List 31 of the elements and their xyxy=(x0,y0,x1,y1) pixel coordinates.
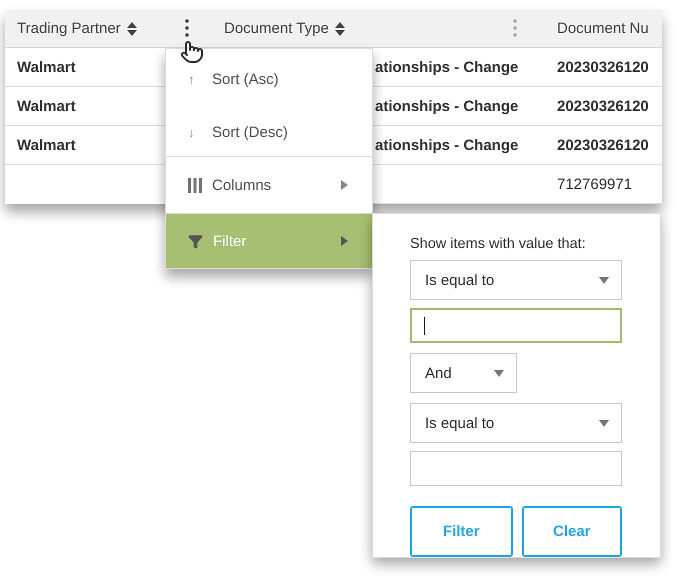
logic-dropdown[interactable]: And xyxy=(410,353,517,393)
input-field[interactable] xyxy=(410,451,622,486)
table-cell: Walmart xyxy=(5,126,165,165)
sort-icon xyxy=(334,22,345,36)
menu-item[interactable]: ↑ Sort (Asc) xyxy=(166,49,372,109)
table-cell: 20230326120 xyxy=(545,48,662,87)
filter-icon xyxy=(188,234,203,248)
submenu-arrow-icon xyxy=(341,236,348,246)
operator-dropdown[interactable]: Is equal to xyxy=(410,260,622,300)
dropdown-arrow-icon xyxy=(599,420,609,426)
column-header[interactable]: Document Nu xyxy=(545,10,662,48)
column-header[interactable]: Trading Partner xyxy=(5,10,165,48)
dropdown-arrow-icon xyxy=(599,276,609,284)
menu-item[interactable]: Columns xyxy=(166,156,372,213)
table-cell: 20230326120 xyxy=(545,87,662,126)
table-cell: Walmart xyxy=(5,87,165,126)
columns-icon xyxy=(188,178,202,192)
table-cell: 20230326120 xyxy=(545,126,662,165)
arrow-icon: ↑ xyxy=(188,72,202,86)
arrow-icon: ↓ xyxy=(188,125,202,140)
dropdown-arrow-icon xyxy=(494,370,504,376)
column-header[interactable]: Document Type xyxy=(165,10,545,48)
sort-icon xyxy=(126,22,137,36)
menu-item[interactable]: ↓ Sort (Desc) xyxy=(166,109,372,156)
table-cell: Walmart xyxy=(5,48,165,87)
filter-prompt: Show items with value that: xyxy=(410,236,587,252)
input-field[interactable] xyxy=(410,308,622,343)
submenu-arrow-icon xyxy=(341,180,348,190)
operator-dropdown[interactable]: Is equal to xyxy=(410,403,622,443)
table-cell: 712769971 xyxy=(545,165,662,204)
kebab-menu-icon[interactable] xyxy=(185,19,189,37)
